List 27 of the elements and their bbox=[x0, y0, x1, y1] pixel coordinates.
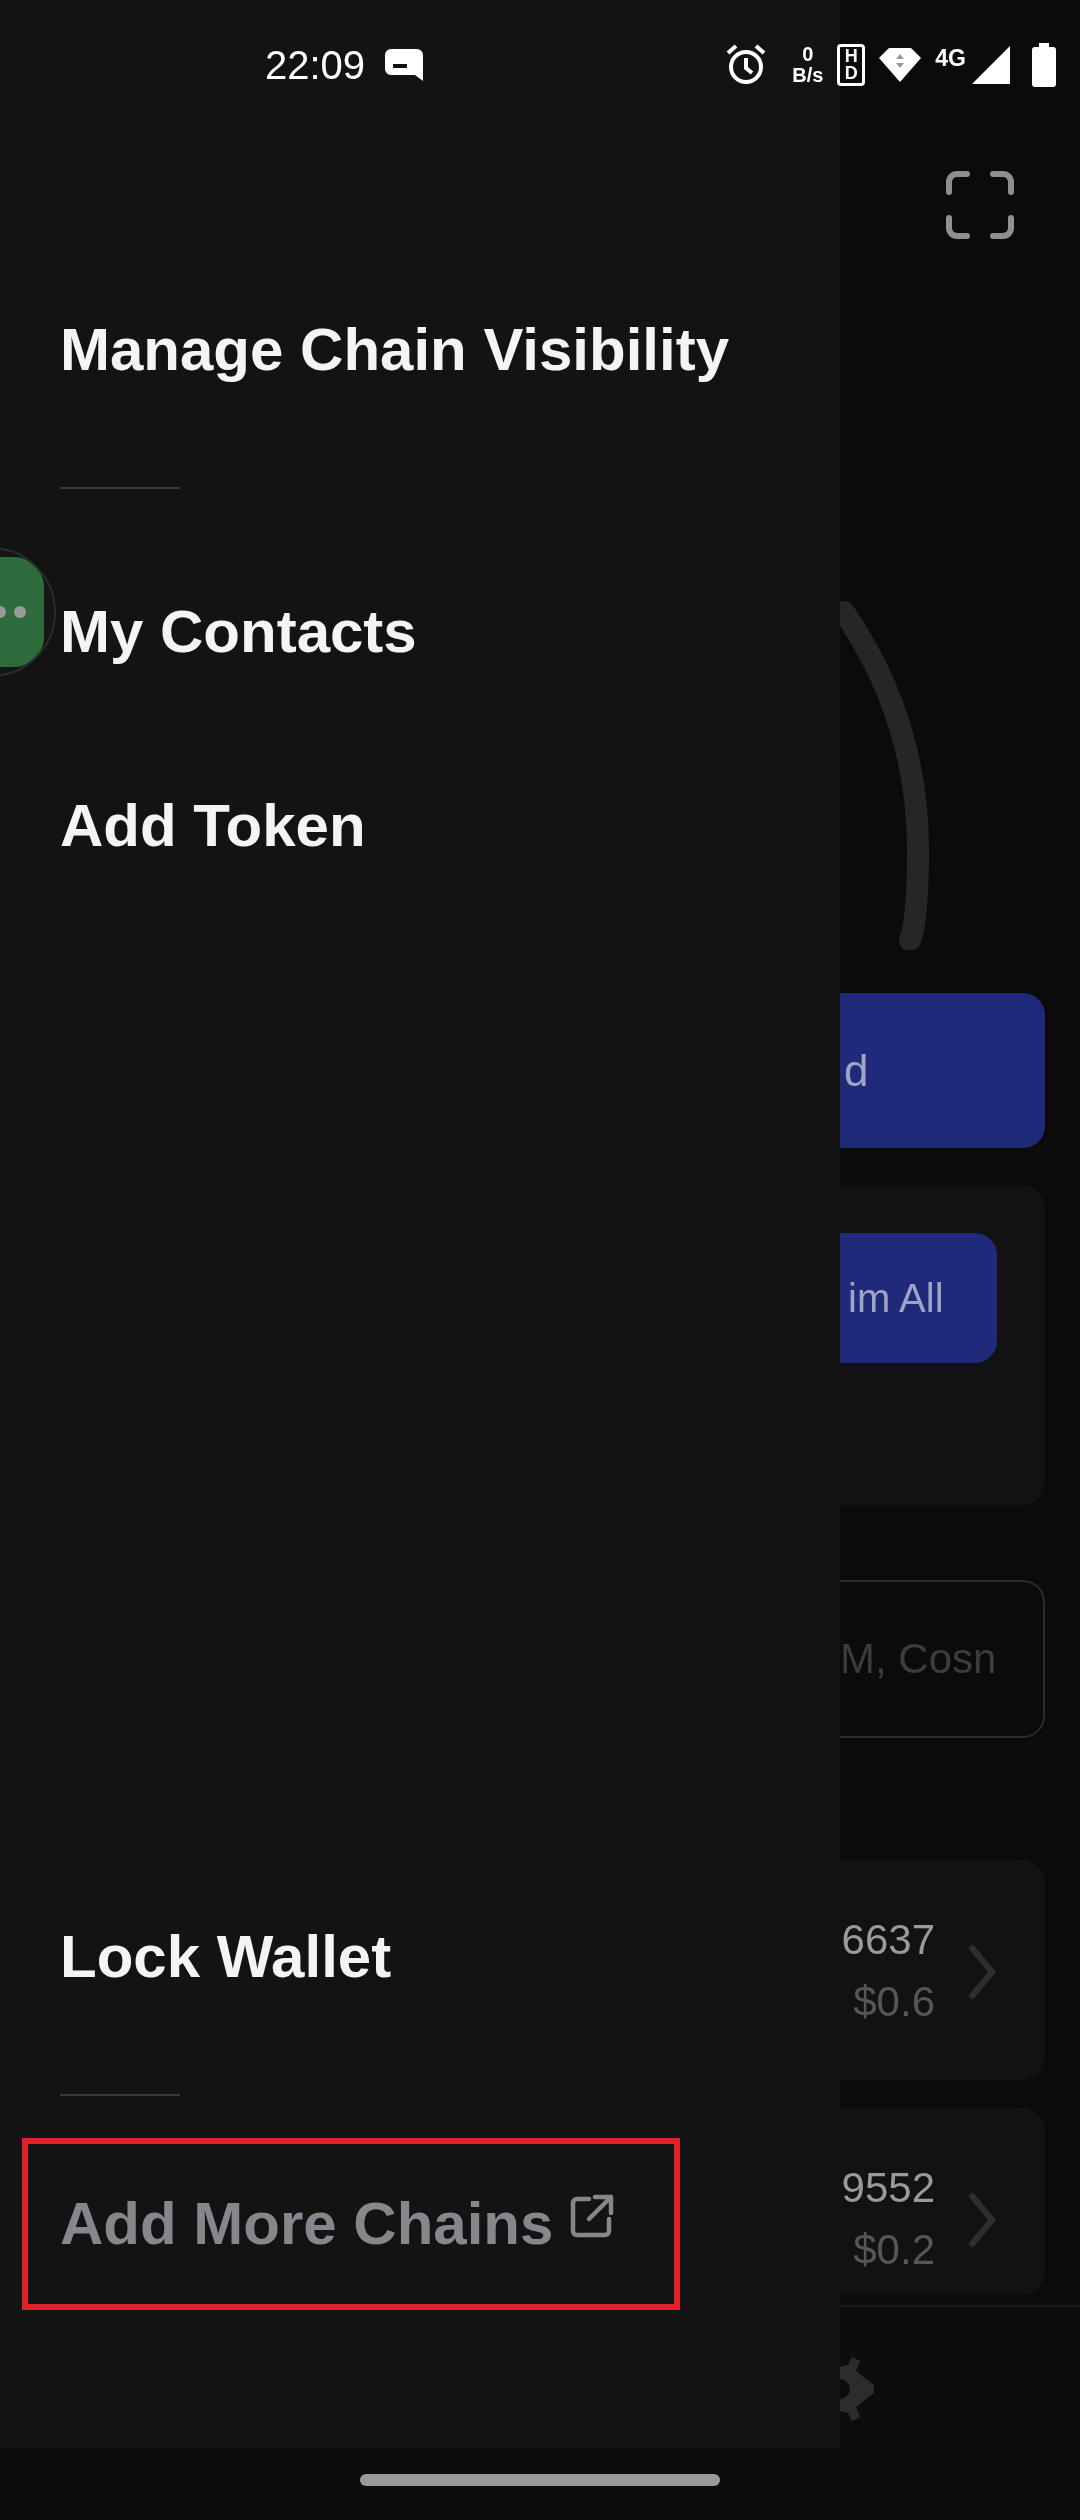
speed-unit: B/s bbox=[792, 65, 824, 86]
token-amount: 9552 bbox=[841, 2163, 935, 2213]
wifi-icon bbox=[879, 48, 922, 82]
clock-time: 22:09 bbox=[265, 42, 366, 89]
chevron-right-icon bbox=[968, 1944, 996, 2000]
token-card[interactable]: 9552 $0.2 bbox=[840, 2108, 1045, 2295]
claim-button[interactable]: im All bbox=[840, 1233, 997, 1363]
menu-item[interactable]: Manage Chain Visibility bbox=[60, 315, 730, 385]
network-type: 4G bbox=[935, 43, 966, 73]
token-value: $0.6 bbox=[853, 1977, 935, 2027]
menu-item[interactable]: My Contacts bbox=[60, 597, 417, 667]
external-link[interactable]: Add More Chains bbox=[60, 2189, 554, 2259]
chevron-right-icon bbox=[968, 2192, 996, 2248]
token-amount: 6637 bbox=[841, 1915, 935, 1965]
network-speed: 0 bbox=[801, 44, 815, 65]
battery-icon bbox=[1032, 43, 1056, 87]
gear-icon bbox=[840, 2357, 874, 2421]
token-value: $0.2 bbox=[853, 2225, 935, 2275]
token-card[interactable]: 6637 $0.6 bbox=[840, 1860, 1045, 2080]
menu-item[interactable]: Lock Wallet bbox=[60, 1922, 392, 1992]
scan-icon bbox=[945, 170, 1015, 240]
primary-button[interactable]: d bbox=[840, 993, 1045, 1148]
hd-badge: HD bbox=[837, 43, 866, 87]
message-icon bbox=[385, 49, 424, 81]
external-link-icon bbox=[569, 2193, 616, 2239]
menu-item[interactable]: Add Token bbox=[60, 791, 366, 861]
signal-icon bbox=[972, 46, 1010, 84]
